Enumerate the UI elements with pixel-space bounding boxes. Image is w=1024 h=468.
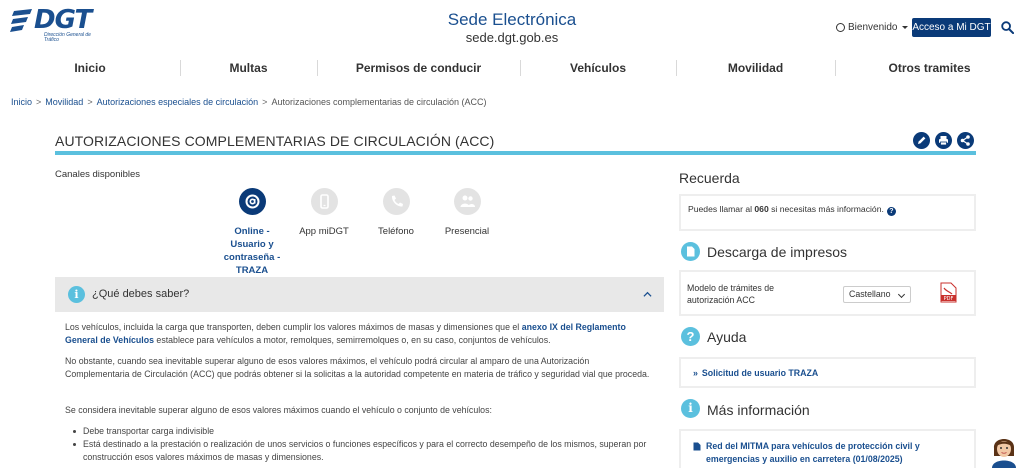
breadcrumb-current: Autorizaciones complementarias de circul… [271, 97, 487, 107]
caret-down-icon [902, 26, 909, 29]
breadcrumb-link-inicio[interactable]: Inicio [11, 97, 32, 107]
recuerda-text-b: si necesitas más información. [768, 204, 884, 214]
mas-informacion-box: Red del MITMA para vehículos de protecci… [679, 429, 976, 468]
channel-telefono-label: Teléfono [378, 226, 414, 237]
breadcrumb-link-movilidad[interactable]: Movilidad [45, 97, 83, 107]
chevron-up-icon [643, 291, 652, 297]
print-button[interactable] [935, 132, 952, 149]
nav-item-permisos[interactable]: Permisos de conducir [317, 56, 520, 80]
share-icon [960, 135, 970, 146]
double-chevron-right-icon: » [693, 368, 698, 378]
accordion-paragraph-3: Se considera inevitable superar alguno d… [65, 405, 492, 415]
title-underline [55, 151, 976, 155]
pencil-icon [918, 136, 926, 144]
question-icon: ? [681, 327, 700, 346]
recuerda-box: Puedes llamar al 060 si necesitas más in… [679, 194, 976, 231]
nav-item-multas[interactable]: Multas [180, 56, 317, 80]
list-item: Debe transportar carga indivisible [73, 425, 653, 438]
descarga-box: Modelo de trámites de autorización ACC C… [679, 270, 976, 316]
document-icon [681, 242, 700, 261]
main-nav: Inicio Multas Permisos de conducir Vehíc… [0, 56, 1024, 80]
channel-online-label: Online - Usuario y contraseña - TRAZA [223, 226, 281, 276]
list-item: Está destinado a la prestación o realiza… [73, 438, 653, 464]
nav-item-movilidad[interactable]: Movilidad [676, 56, 835, 80]
paragraph-text: Los vehículos, incluida la carga que tra… [65, 322, 522, 332]
conditions-list: Debe transportar carga indivisible Está … [73, 425, 653, 464]
breadcrumb-separator: > [36, 97, 42, 107]
pdf-icon[interactable]: PDF [940, 282, 957, 303]
info-icon: i [681, 399, 700, 418]
solicitud-usuario-traza-link[interactable]: » Solicitud de usuario TRAZA [693, 367, 818, 380]
nav-item-vehiculos[interactable]: Vehículos [520, 56, 676, 80]
channels-label: Canales disponibles [55, 169, 141, 180]
channel-online[interactable]: Online - Usuario y contraseña - TRAZA [217, 188, 287, 277]
at-sign-icon [238, 188, 266, 215]
descarga-heading: Descarga de impresos [707, 244, 848, 260]
recuerda-heading: Recuerda [679, 170, 740, 186]
mi-dgt-access-button[interactable]: Acceso a Mi DGT [912, 18, 991, 37]
site-header: DGT Dirección General de Tráfico Sede El… [0, 0, 1024, 50]
info-icon: i [68, 286, 85, 303]
language-select[interactable]: Castellano [843, 286, 911, 303]
virtual-assistant-avatar[interactable] [988, 432, 1020, 468]
paragraph-text: establece para vehículos a motor, remolq… [153, 335, 551, 345]
people-icon [453, 188, 481, 215]
accordion-title: ¿Qué debes saber? [92, 288, 190, 300]
accordion-paragraph-1: Los vehículos, incluida la carga que tra… [65, 321, 650, 347]
document-icon [693, 442, 701, 451]
channel-presencial[interactable]: Presencial [432, 188, 502, 238]
que-debes-saber-accordion[interactable]: i ¿Qué debes saber? [55, 277, 664, 312]
ayuda-box: » Solicitud de usuario TRAZA [679, 357, 976, 388]
welcome-dropdown[interactable]: Bienvenido [836, 22, 909, 33]
share-button[interactable] [957, 132, 974, 149]
ayuda-link-label: Solicitud de usuario TRAZA [701, 368, 819, 378]
printer-icon [939, 136, 948, 146]
accordion-paragraph-2: No obstante, cuando sea inevitable super… [65, 356, 650, 379]
breadcrumb: Inicio > Movilidad > Autorizaciones especial… [11, 97, 487, 107]
ayuda-heading: Ayuda [707, 329, 747, 345]
edit-button[interactable] [913, 132, 930, 149]
channel-app[interactable]: App miDGT [289, 188, 359, 238]
phone-number: 060 [754, 204, 769, 214]
phone-icon [382, 188, 410, 215]
nav-item-inicio[interactable]: Inicio [0, 56, 180, 80]
mobile-app-icon [310, 188, 338, 215]
breadcrumb-separator: > [87, 97, 93, 107]
help-icon[interactable]: ? [886, 207, 896, 216]
svg-text:PDF: PDF [944, 296, 954, 302]
breadcrumb-link-autorizaciones[interactable]: Autorizaciones especiales de circulación [97, 97, 259, 107]
globe-icon [836, 23, 845, 32]
channel-app-label: App miDGT [299, 226, 349, 237]
mitma-red-link[interactable]: Red del MITMA para vehículos de protecci… [706, 440, 961, 466]
nav-item-otros-tramites[interactable]: Otros tramites [835, 56, 1024, 80]
breadcrumb-separator: > [262, 97, 268, 107]
recuerda-text: Puedes llamar al 060 si necesitas más in… [688, 204, 896, 216]
welcome-label: Bienvenido [848, 22, 898, 33]
recuerda-text-a: Puedes llamar al [688, 204, 755, 214]
search-icon[interactable] [1001, 21, 1014, 34]
channel-presencial-label: Presencial [444, 226, 490, 237]
language-select-value: Castellano [849, 289, 891, 299]
mas-informacion-heading: Más información [707, 402, 810, 418]
chevron-down-icon [897, 290, 906, 299]
channel-telefono[interactable]: Teléfono [361, 188, 431, 238]
page-title: AUTORIZACIONES COMPLEMENTARIAS DE CIRCUL… [55, 133, 495, 149]
model-label: Modelo de trámites de autorización ACC [687, 283, 775, 305]
